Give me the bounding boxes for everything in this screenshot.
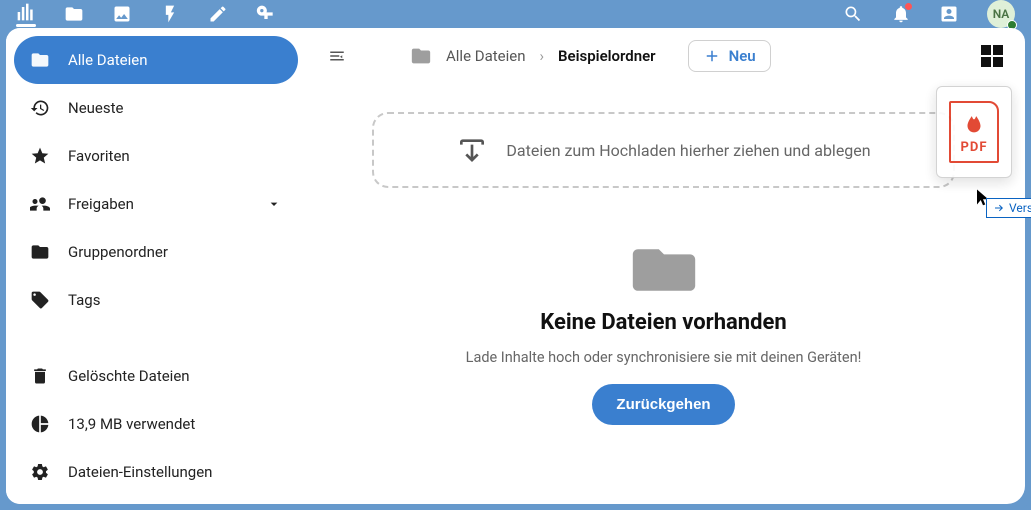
edit-icon[interactable] (208, 4, 228, 24)
sidebar-item-quota[interactable]: 13,9 MB verwendet (14, 400, 298, 448)
chevron-right-icon: › (540, 47, 545, 65)
history-icon (30, 98, 50, 118)
chevron-down-icon (266, 196, 282, 212)
folder-icon (30, 50, 50, 70)
empty-subtitle: Lade Inhalte hoch oder synchronisiere si… (466, 349, 862, 366)
dropzone-label: Dateien zum Hochladen hierher ziehen und… (506, 141, 870, 160)
back-button-label: Zurückgehen (616, 396, 710, 413)
sidebar-item-label: Gelöschte Dateien (68, 367, 190, 385)
dashboard-icon[interactable] (16, 2, 36, 27)
sidebar-item-group-folders[interactable]: Gruppenordner (14, 228, 298, 276)
tag-icon (30, 290, 50, 310)
sidebar-item-recent[interactable]: Neueste (14, 84, 298, 132)
new-button-label: Neu (729, 47, 756, 65)
move-tooltip-label: Verschieben (1009, 201, 1031, 215)
share-icon (30, 194, 50, 214)
contacts-icon[interactable] (939, 4, 959, 24)
dropzone[interactable]: Dateien zum Hochladen hierher ziehen und… (372, 112, 956, 188)
sidebar-item-label: Dateien-Einstellungen (68, 463, 212, 481)
key-icon[interactable] (256, 4, 276, 24)
topbar: NA (0, 0, 1031, 28)
back-button[interactable]: Zurückgehen (592, 384, 734, 425)
notifications-icon[interactable] (891, 4, 911, 24)
avatar[interactable]: NA (987, 0, 1015, 28)
arrow-right-icon (993, 202, 1005, 214)
toggle-sidebar-button[interactable] (324, 43, 350, 69)
search-icon[interactable] (843, 4, 863, 24)
sidebar-item-trash[interactable]: Gelöschte Dateien (14, 352, 298, 400)
trash-icon (30, 366, 50, 386)
sidebar: Alle Dateien Neueste Favoriten Freigaben… (6, 28, 306, 504)
view-grid-icon[interactable] (981, 45, 1003, 67)
avatar-initials: NA (993, 7, 1010, 21)
cursor-icon (974, 186, 992, 212)
sidebar-item-shares[interactable]: Freigaben (14, 180, 298, 228)
activity-icon[interactable] (160, 4, 180, 24)
files-icon[interactable] (64, 4, 84, 24)
upload-icon (456, 134, 488, 166)
folder-icon (632, 244, 696, 296)
star-icon (30, 146, 50, 166)
empty-state: Keine Dateien vorhanden Lade Inhalte hoc… (324, 244, 1003, 425)
move-tooltip: Verschieben (986, 198, 1031, 218)
gear-icon (30, 462, 50, 482)
breadcrumb-item-current[interactable]: Beispielordner (558, 47, 656, 65)
breadcrumb: Alle Dateien › Beispielordner (410, 45, 656, 67)
file-type-label: PDF (961, 140, 988, 155)
sidebar-item-all-files[interactable]: Alle Dateien (14, 36, 298, 84)
sidebar-item-label: Favoriten (68, 147, 130, 165)
new-button[interactable]: Neu (688, 40, 771, 72)
sidebar-item-label: Neueste (68, 99, 123, 117)
sidebar-item-favorites[interactable]: Favoriten (14, 132, 298, 180)
folder-icon (410, 45, 432, 67)
main: Alle Dateien › Beispielordner Neu Dateie… (306, 28, 1025, 504)
breadcrumb-item-root[interactable]: Alle Dateien (446, 47, 526, 65)
photos-icon[interactable] (112, 4, 132, 24)
pie-icon (30, 414, 50, 434)
sidebar-item-label: Tags (68, 291, 100, 309)
plus-icon (703, 47, 721, 65)
sidebar-item-label: 13,9 MB verwendet (68, 415, 195, 433)
notification-dot (905, 3, 912, 10)
group-icon (30, 242, 50, 262)
sidebar-item-tags[interactable]: Tags (14, 276, 298, 324)
sidebar-item-label: Alle Dateien (68, 51, 148, 69)
sidebar-item-label: Freigaben (68, 195, 134, 213)
empty-title: Keine Dateien vorhanden (540, 310, 786, 335)
sidebar-item-label: Gruppenordner (68, 243, 168, 261)
sidebar-item-settings[interactable]: Dateien-Einstellungen (14, 448, 298, 496)
